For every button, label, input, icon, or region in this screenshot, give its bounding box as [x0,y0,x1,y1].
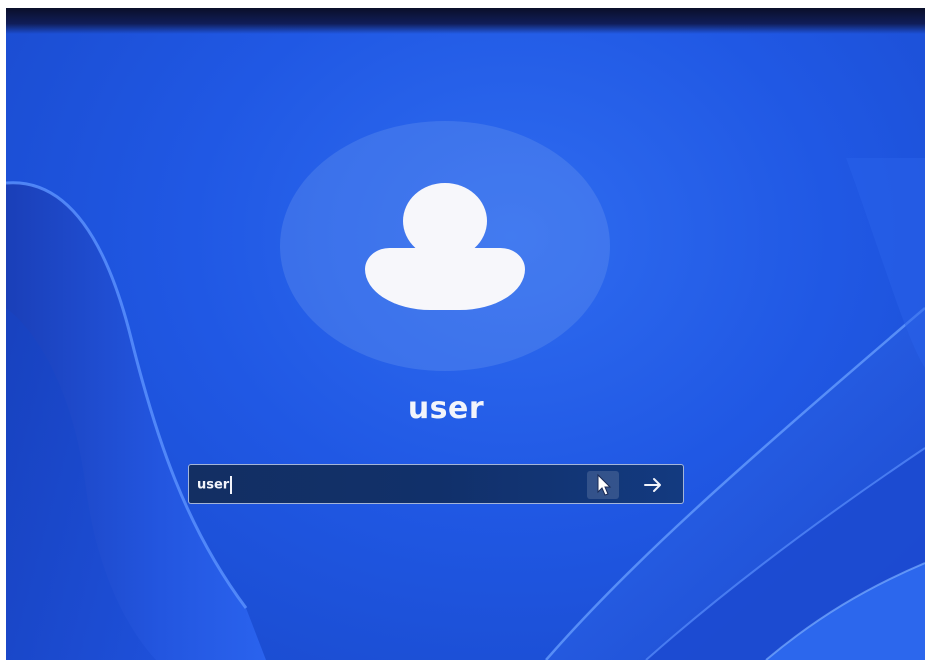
password-input[interactable]: user [188,464,684,504]
text-caret [230,476,233,494]
password-input-value: user [197,476,233,494]
screen-bezel [6,8,925,34]
user-avatar-body [365,248,525,310]
lock-screen: user [6,8,925,660]
account-name: user [407,391,485,426]
reveal-password-button[interactable] [587,471,619,499]
submit-button[interactable] [635,471,671,499]
arrow-right-icon [644,478,661,492]
mouse-pointer-icon [597,473,612,496]
